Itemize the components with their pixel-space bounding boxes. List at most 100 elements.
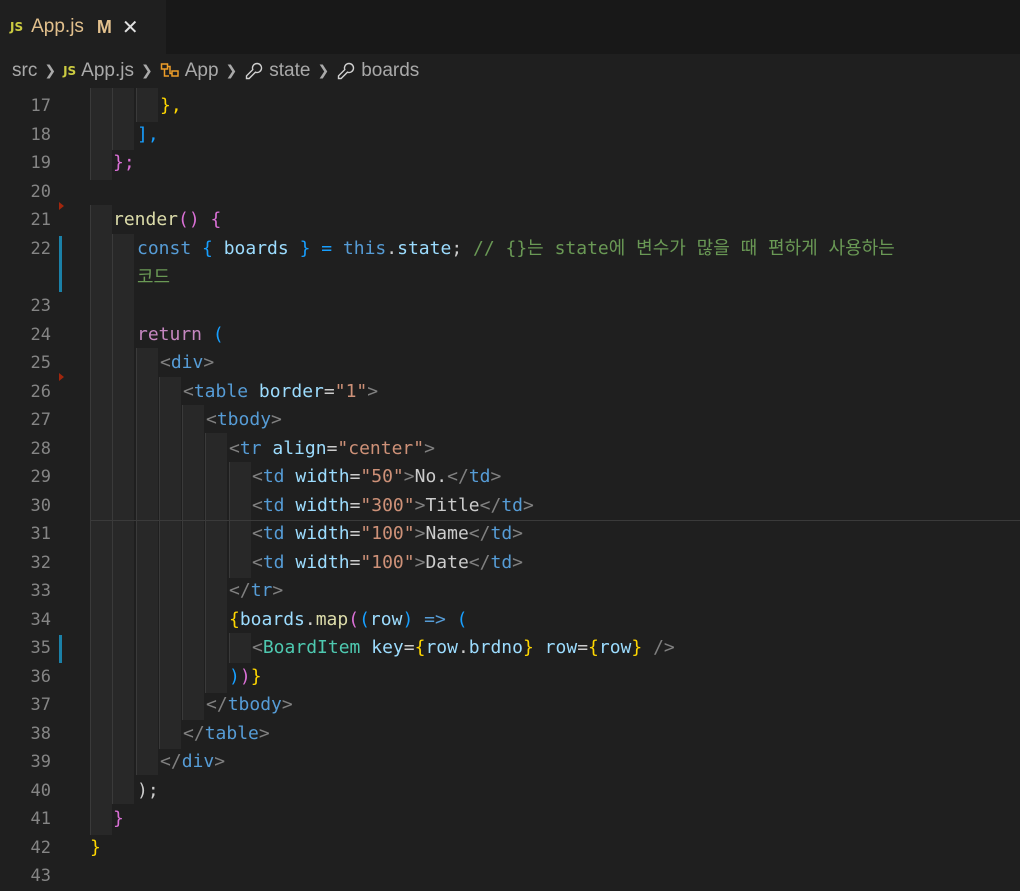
code-token: div (181, 751, 215, 772)
code-token: . (386, 238, 398, 259)
line-number: 22 (30, 239, 51, 259)
code-token: row (598, 637, 632, 658)
code-token: render (113, 209, 179, 230)
code-token: width (295, 495, 350, 516)
code-line: 35 <BoardItem key={row.brdno} row={row} … (0, 634, 1020, 663)
code-token: "100" (360, 523, 415, 544)
code-token: "300" (360, 495, 415, 516)
line-number: 41 (30, 809, 51, 829)
line-number: 35 (30, 638, 51, 658)
code-token: => (424, 609, 446, 630)
code-line: 17 }, (0, 92, 1020, 121)
code-line: 27 <tbody> (0, 406, 1020, 435)
code-line: 38 </table> (0, 720, 1020, 749)
code-line: 31 <td width="100">Name</td> (0, 520, 1020, 549)
code-token: } (90, 837, 101, 858)
line-number: 43 (30, 866, 51, 886)
code-token: brdno (468, 637, 523, 658)
code-line-wrap: 코드 (0, 264, 1020, 293)
code-token: map (315, 609, 349, 630)
code-token: Title (425, 495, 480, 516)
line-number: 37 (30, 695, 51, 715)
line-number: 29 (30, 467, 51, 487)
breadcrumb-item-src[interactable]: src (12, 60, 37, 82)
code-token: td (262, 552, 285, 573)
breadcrumb-label: App (184, 60, 219, 81)
chevron-right-icon: ❯ (140, 63, 153, 79)
wrench-icon (336, 61, 356, 81)
code-token: ); (137, 780, 159, 801)
code-line: 33 </tr> (0, 577, 1020, 606)
code-line: 19 }; (0, 149, 1020, 178)
code-token: table (193, 381, 249, 402)
code-token: div (170, 352, 204, 373)
line-number: 18 (30, 125, 51, 145)
code-token: () { (178, 209, 222, 230)
code-line: 22 const { boards } = this.state; // {}는… (0, 235, 1020, 264)
line-number: 20 (30, 182, 51, 202)
breadcrumb-item-state[interactable]: state (244, 60, 310, 82)
code-token: "center" (337, 438, 425, 459)
code-token: }, (160, 95, 182, 116)
breadcrumb: src ❯ JS App.js ❯ App ❯ state ❯ boards (0, 54, 1020, 88)
code-editor[interactable]: 17 }, 18 ], 19 }; 20 21 render() { 22 co… (0, 88, 1020, 890)
code-token: BoardItem (262, 637, 361, 658)
code-line: 37 </tbody> (0, 691, 1020, 720)
line-number: 38 (30, 724, 51, 744)
breadcrumb-label: state (269, 60, 311, 81)
code-token: const (137, 238, 192, 259)
code-token: td (490, 523, 513, 544)
code-token: Name (425, 523, 469, 544)
line-number: 24 (30, 325, 51, 345)
code-token: td (262, 466, 285, 487)
code-token: }; (113, 152, 135, 173)
code-token: return (137, 324, 203, 345)
code-token: } (113, 808, 124, 829)
code-token: ], (137, 124, 159, 145)
code-token: width (295, 466, 350, 487)
code-token: { (191, 238, 224, 259)
line-number: 31 (30, 524, 51, 544)
code-token: td (490, 552, 513, 573)
breadcrumb-item-app-js[interactable]: JS App.js (63, 60, 134, 82)
code-line: 29 <td width="50">No.</td> (0, 463, 1020, 492)
line-number: 26 (30, 382, 51, 402)
code-token: boards (239, 609, 305, 630)
code-line: 21 render() { (0, 206, 1020, 235)
code-token: No. (414, 466, 448, 487)
tab-bar: JS App.js M ✕ (0, 0, 1020, 54)
line-number: 25 (30, 353, 51, 373)
code-token: ( (202, 324, 224, 345)
code-token: key (371, 637, 404, 658)
code-token: tr (239, 438, 262, 459)
code-line: 30 <td width="300">Title</td> (0, 492, 1020, 521)
close-icon[interactable]: ✕ (122, 17, 139, 37)
code-token: tbody (216, 409, 272, 430)
wrench-icon (244, 61, 264, 81)
code-line: 24 return ( (0, 321, 1020, 350)
chevron-right-icon: ❯ (317, 63, 330, 79)
line-number: 42 (30, 838, 51, 858)
code-token: tr (250, 580, 273, 601)
code-token: } = (288, 238, 343, 259)
code-token: td (262, 495, 285, 516)
code-token: row (544, 637, 578, 658)
code-token: align (272, 438, 327, 459)
code-token: state (397, 238, 452, 259)
breadcrumb-item-boards[interactable]: boards (336, 60, 419, 82)
line-number: 33 (30, 581, 51, 601)
line-number: 32 (30, 553, 51, 573)
code-token: border (258, 381, 324, 402)
code-token: td (468, 466, 491, 487)
js-file-icon: JS (10, 20, 24, 34)
code-comment: 코드 (137, 267, 171, 288)
code-line: 26 <table border="1"> (0, 378, 1020, 407)
editor-tab-app-js[interactable]: JS App.js M ✕ (0, 0, 166, 54)
breadcrumb-label: App.js (81, 60, 134, 81)
line-number: 36 (30, 667, 51, 687)
line-number: 27 (30, 410, 51, 430)
code-token: "50" (360, 466, 404, 487)
breadcrumb-item-app[interactable]: App (160, 60, 219, 82)
code-token: table (204, 723, 259, 744)
code-line: 43 (0, 862, 1020, 891)
